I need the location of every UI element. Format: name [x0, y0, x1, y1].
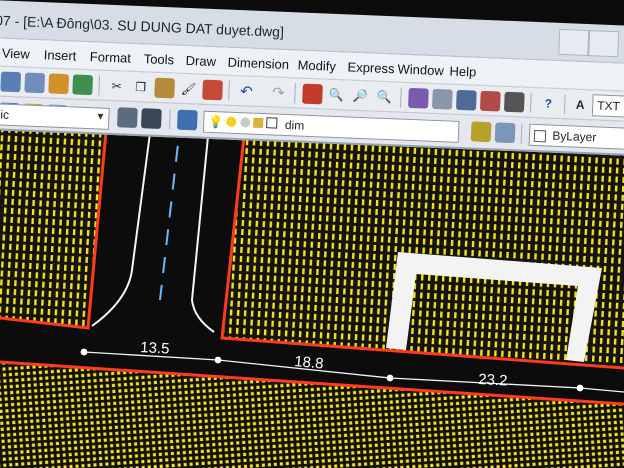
make-current-layer-icon[interactable]	[470, 121, 492, 143]
dimension-node[interactable]	[576, 384, 584, 392]
copy-icon[interactable]: ❐	[130, 77, 151, 98]
text-style-select[interactable]: TXT	[591, 94, 624, 119]
layer-properties-icon[interactable]	[176, 109, 198, 131]
menu-draw[interactable]: Draw	[185, 53, 216, 69]
block-editor-icon[interactable]	[202, 79, 223, 101]
match-properties-icon[interactable]: 🖌	[178, 79, 199, 100]
text-style-value: TXT	[596, 98, 621, 114]
pan-icon[interactable]	[302, 83, 323, 105]
window-title: 07 - [E:\A Đông\03. SU DUNG DAT duyet.dw…	[0, 12, 285, 40]
menu-express[interactable]: Express	[347, 59, 395, 76]
visual-style-select[interactable]: ssic ▼	[0, 102, 110, 130]
markup-icon[interactable]	[479, 90, 501, 112]
dimension-node[interactable]	[80, 348, 88, 356]
paste-icon[interactable]	[154, 77, 175, 99]
freeze-icon	[239, 117, 251, 128]
tool-palette-icon[interactable]	[48, 73, 70, 95]
camera-icon[interactable]	[140, 108, 162, 129]
menu-insert[interactable]: Insert	[44, 47, 77, 63]
zoom-realtime-icon[interactable]: 🔍	[326, 85, 347, 106]
menu-modify[interactable]: Modify	[297, 57, 336, 74]
layer-select[interactable]: 💡 dim	[202, 110, 460, 143]
menu-format[interactable]: Format	[90, 49, 132, 66]
color-select[interactable]: ByLayer	[528, 123, 624, 151]
color-swatch	[533, 129, 547, 143]
visual-style-value: ssic	[0, 107, 10, 122]
sheet-set-icon[interactable]	[72, 74, 94, 96]
calculator-icon[interactable]	[455, 89, 477, 111]
menu-dimension[interactable]: Dimension	[227, 55, 289, 72]
dimension-label[interactable]: 18.8	[294, 353, 325, 372]
menu-tools[interactable]: Tools	[143, 51, 174, 67]
layer-value: dim	[284, 117, 305, 133]
dimension-label[interactable]: 23.2	[478, 371, 508, 390]
maximize-button[interactable]	[588, 30, 620, 58]
redo-icon[interactable]: ↷	[268, 82, 289, 103]
dimension-node[interactable]	[214, 356, 222, 364]
menu-view[interactable]: View	[2, 46, 31, 62]
sun-icon	[226, 116, 237, 127]
color-value: ByLayer	[552, 128, 597, 145]
zoom-window-icon[interactable]: 🔎	[350, 86, 371, 107]
named-views-icon[interactable]	[116, 107, 138, 129]
layer-previous-icon[interactable]	[494, 122, 516, 144]
design-center-icon[interactable]	[24, 72, 46, 94]
cut-icon[interactable]: ✂	[106, 76, 127, 97]
properties-icon[interactable]	[0, 71, 22, 93]
menu-window[interactable]: Window	[397, 61, 444, 78]
application-chrome: 07 - [E:\A Đông\03. SU DUNG DAT duyet.dw…	[0, 0, 624, 158]
undo-icon[interactable]: ↶	[236, 81, 257, 102]
quickcalc-icon[interactable]	[503, 91, 525, 113]
menu-help[interactable]: Help	[449, 64, 476, 80]
grid-icon[interactable]	[431, 88, 453, 110]
lightbulb-icon: 💡	[208, 114, 224, 130]
dimension-node[interactable]	[386, 374, 394, 382]
lock-icon	[253, 117, 264, 129]
layer-color-swatch	[266, 117, 278, 129]
minimize-button[interactable]	[558, 28, 590, 57]
chevron-down-icon[interactable]: ▼	[95, 111, 105, 122]
dimension-label[interactable]: 13.5	[140, 339, 170, 358]
zoom-previous-icon[interactable]: 🔍	[374, 87, 395, 108]
text-style-icon[interactable]: A	[570, 94, 591, 115]
cad-application: 13.5 18.8 23.2 07 - [E:\A Đông\03. SU DU…	[0, 0, 624, 468]
help-icon[interactable]: ?	[538, 93, 559, 114]
layer-manager-icon[interactable]	[408, 87, 429, 109]
